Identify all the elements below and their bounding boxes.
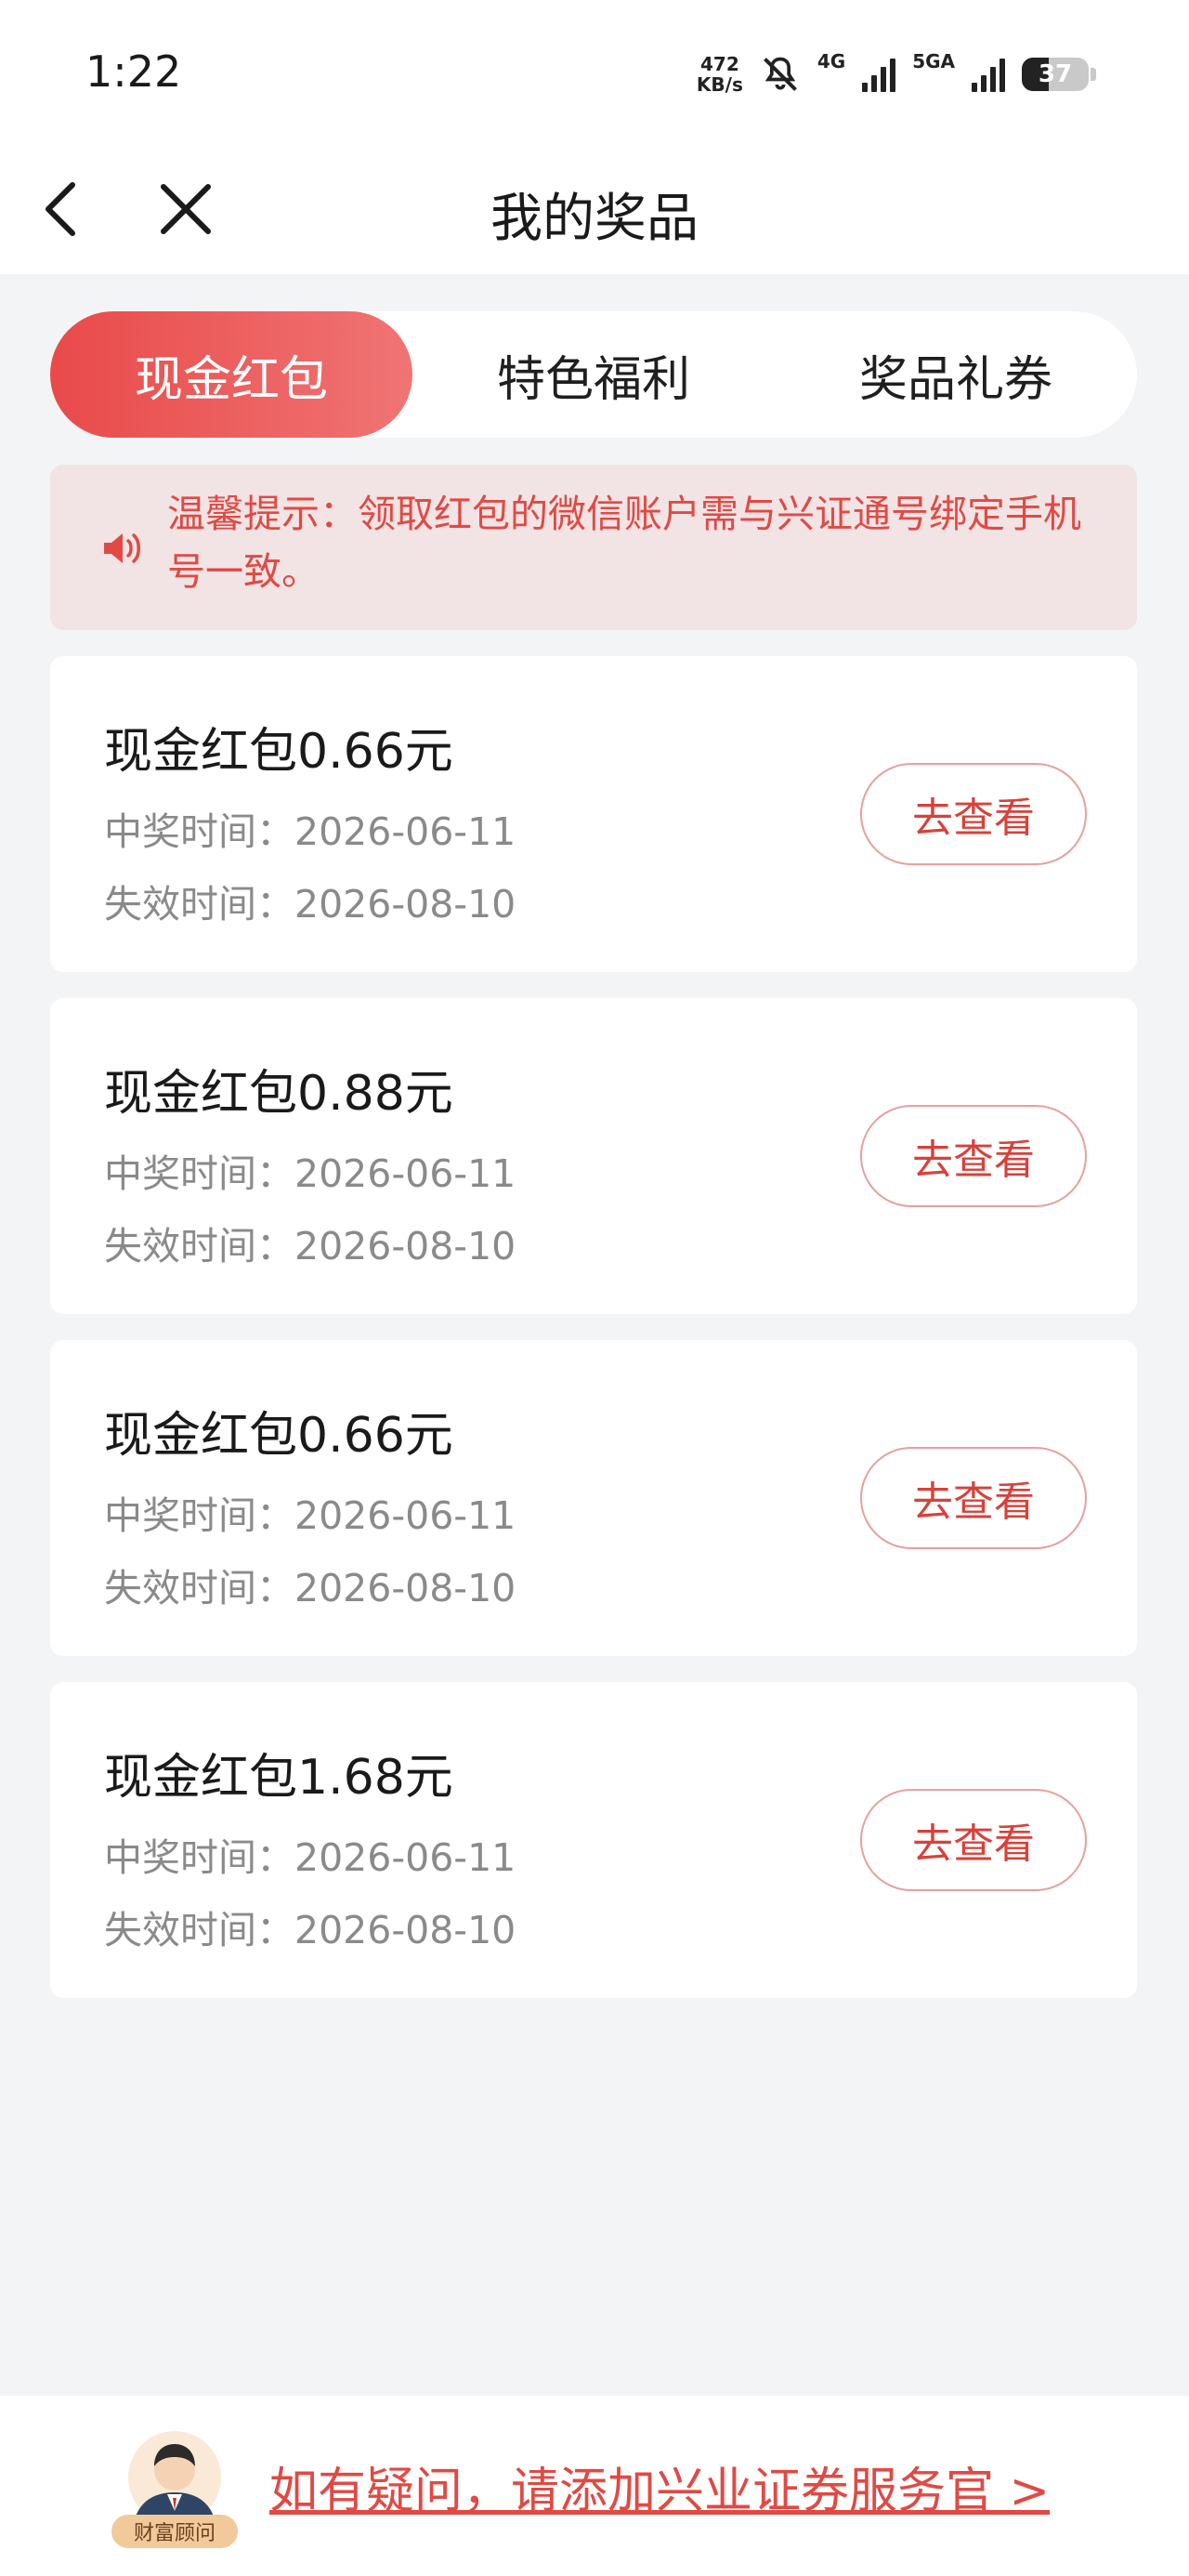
expire-time-label: 失效时间： xyxy=(104,1566,294,1610)
win-time-value: 2026-06-11 xyxy=(294,809,516,854)
prize-card: 现金红包0.66元 中奖时间：2026-06-11 失效时间：2026-08-1… xyxy=(50,1340,1137,1656)
tab-cash-red-packet[interactable]: 现金红包 xyxy=(50,311,412,438)
win-time-label: 中奖时间： xyxy=(104,1835,294,1880)
tab-prize-coupons[interactable]: 奖品礼券 xyxy=(775,311,1137,438)
speaker-icon xyxy=(104,533,140,563)
nav-bar: 我的奖品 xyxy=(0,149,1189,274)
signal-icon xyxy=(862,57,896,92)
sim1-network-label: 4G xyxy=(817,50,846,72)
expire-time: 失效时间：2026-08-10 xyxy=(104,1899,516,1954)
prize-card: 现金红包1.68元 中奖时间：2026-06-11 失效时间：2026-08-1… xyxy=(50,1682,1137,1998)
battery-level: 37 xyxy=(1038,60,1073,88)
advisor-avatar[interactable]: 财富顾问 xyxy=(111,2429,238,2548)
prize-title: 现金红包0.66元 xyxy=(104,724,453,780)
win-time-value: 2026-06-11 xyxy=(294,1835,516,1880)
advisor-badge: 财富顾问 xyxy=(111,2515,238,2548)
view-prize-button[interactable]: 去查看 xyxy=(860,1447,1087,1549)
win-time: 中奖时间：2026-06-11 xyxy=(104,1142,516,1198)
win-time-label: 中奖时间： xyxy=(104,809,294,854)
sim2-network-label: 5GA xyxy=(912,50,955,72)
page-title: 我的奖品 xyxy=(490,189,699,249)
prize-title: 现金红包0.88元 xyxy=(104,1066,453,1122)
status-bar: 1:22 472 KB/s 4G 5GA 37 xyxy=(0,0,1189,149)
prize-card: 现金红包0.66元 中奖时间：2026-06-11 失效时间：2026-08-1… xyxy=(50,656,1137,972)
contact-service-link[interactable]: 如有疑问，请添加兴业证券服务官 > xyxy=(269,2451,1050,2521)
prize-title: 现金红包0.66元 xyxy=(104,1408,453,1464)
win-time-label: 中奖时间： xyxy=(104,1151,294,1196)
expire-time: 失效时间：2026-08-10 xyxy=(104,873,516,928)
network-speed-value: 472 xyxy=(699,53,739,75)
battery-icon: 37 xyxy=(1022,58,1089,91)
status-icons: 472 KB/s 4G 5GA 37 xyxy=(697,46,1096,102)
expire-time-value: 2026-08-10 xyxy=(294,882,516,927)
expire-time-label: 失效时间： xyxy=(104,1224,294,1268)
tip-banner: 温馨提示：领取红包的微信账户需与兴证通号绑定手机号一致。 xyxy=(50,465,1137,630)
expire-time: 失效时间：2026-08-10 xyxy=(104,1215,516,1270)
prize-tabs: 现金红包 特色福利 奖品礼券 xyxy=(50,311,1137,438)
view-prize-button[interactable]: 去查看 xyxy=(860,1789,1087,1891)
win-time-value: 2026-06-11 xyxy=(294,1151,516,1196)
view-prize-button[interactable]: 去查看 xyxy=(860,763,1087,865)
prize-card: 现金红包0.88元 中奖时间：2026-06-11 失效时间：2026-08-1… xyxy=(50,998,1137,1314)
footer: 财富顾问 如有疑问，请添加兴业证券服务官 > xyxy=(0,2396,1189,2576)
win-time-label: 中奖时间： xyxy=(104,1493,294,1538)
bell-muted-icon xyxy=(763,57,797,91)
win-time-value: 2026-06-11 xyxy=(294,1493,516,1538)
expire-time: 失效时间：2026-08-10 xyxy=(104,1557,516,1612)
expire-time-value: 2026-08-10 xyxy=(294,1566,516,1610)
prize-title: 现金红包1.68元 xyxy=(104,1750,453,1806)
status-time: 1:22 xyxy=(85,46,182,97)
win-time: 中奖时间：2026-06-11 xyxy=(104,1484,516,1540)
expire-time-label: 失效时间： xyxy=(104,1908,294,1952)
network-speed-unit: KB/s xyxy=(696,73,743,96)
expire-time-label: 失效时间： xyxy=(104,882,294,927)
win-time: 中奖时间：2026-06-11 xyxy=(104,800,516,856)
win-time: 中奖时间：2026-06-11 xyxy=(104,1826,516,1882)
expire-time-value: 2026-08-10 xyxy=(294,1908,516,1952)
signal-icon xyxy=(972,57,1005,92)
view-prize-button[interactable]: 去查看 xyxy=(860,1105,1087,1207)
tip-text: 温馨提示：领取红包的微信账户需与兴证通号绑定手机号一致。 xyxy=(167,492,1081,594)
tab-special-benefits[interactable]: 特色福利 xyxy=(412,311,775,438)
expire-time-value: 2026-08-10 xyxy=(294,1224,516,1268)
network-speed: 472 KB/s xyxy=(697,54,743,95)
